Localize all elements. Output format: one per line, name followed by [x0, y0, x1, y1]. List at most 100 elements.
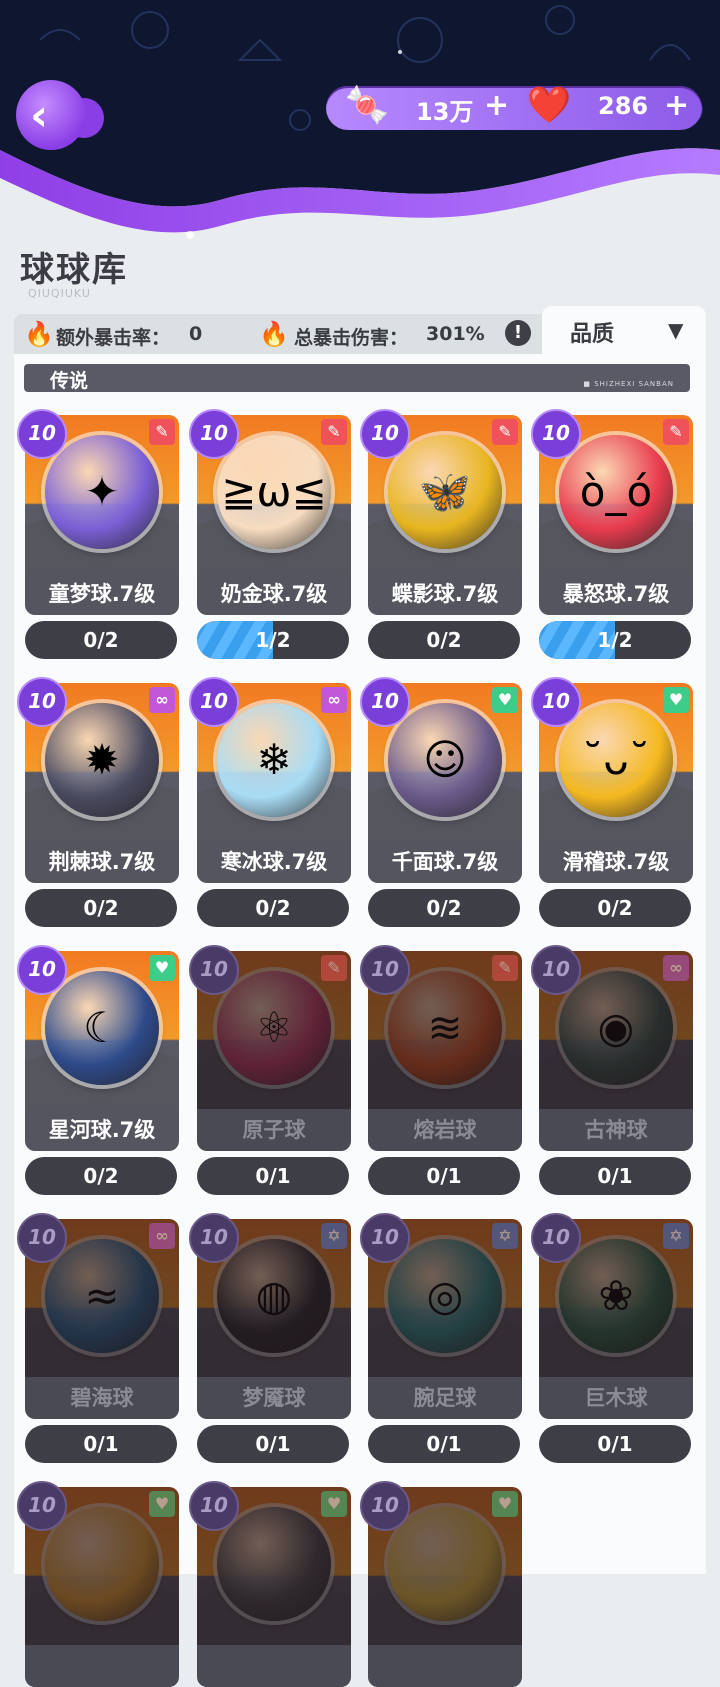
ball-image: ˘ᴗ˘ — [559, 703, 673, 817]
ball-hill — [368, 1314, 522, 1379]
progress-text: 0/1 — [255, 1164, 291, 1188]
ball-card[interactable]: 🦋 10 ✎ 蝶影球.7级 — [360, 409, 522, 615]
ball-card[interactable]: ≋ 10 ✎ 熔岩球 — [360, 945, 522, 1151]
level-badge: 10 — [189, 677, 239, 727]
ball-card[interactable]: 10 ♥ — [17, 1481, 179, 1687]
shard-progress-bar: 1/2 — [539, 621, 691, 659]
sword-type-icon: ✎ — [492, 955, 518, 981]
sword-type-icon: ✎ — [321, 955, 347, 981]
level-badge: 10 — [531, 409, 581, 459]
ball-card[interactable]: ≧ω≦ 10 ✎ 奶金球.7级 — [189, 409, 351, 615]
ball-face-icon: ◍ — [255, 1271, 293, 1320]
ball-name: 千面球.7级 — [368, 841, 522, 883]
ball-hill — [539, 1314, 693, 1379]
ball-face-icon: ☾ — [83, 1003, 121, 1052]
progress-text: 0/1 — [426, 1164, 462, 1188]
ball-name: 巨木球 — [539, 1377, 693, 1419]
ball-image: ⚛ — [217, 971, 331, 1085]
ball-name: 星河球.7级 — [25, 1109, 179, 1151]
progress-text: 1/2 — [597, 628, 633, 652]
info-icon[interactable]: ! — [505, 320, 531, 346]
heart-type-icon: ♥ — [663, 687, 689, 713]
ball-name: 寒冰球.7级 — [197, 841, 351, 883]
ball-card[interactable]: ≈10 ∞ 碧海球 — [17, 1213, 179, 1419]
add-candy-button[interactable]: + — [484, 88, 509, 123]
level-badge: 10 — [360, 1481, 410, 1531]
ball-card[interactable]: 10 ♥ — [189, 1481, 351, 1687]
ball-image — [388, 1507, 502, 1621]
heart-amount: 286 — [598, 92, 649, 120]
section-tag: ■ SHIZHEXI SANBAN — [583, 380, 674, 388]
level-badge: 10 — [531, 1213, 581, 1263]
star-type-icon: ✡ — [663, 1223, 689, 1249]
ball-face-icon: ≧ω≦ — [221, 467, 327, 516]
ball-card[interactable]: ◉ 10 ∞ 古神球 — [531, 945, 693, 1151]
shard-progress-bar: 0/1 — [368, 1425, 520, 1463]
progress-text: 0/2 — [255, 896, 291, 920]
level-badge: 10 — [360, 677, 410, 727]
progress-text: 0/2 — [426, 628, 462, 652]
progress-text: 0/1 — [255, 1432, 291, 1456]
level-badge: 10 — [189, 409, 239, 459]
back-button[interactable]: ‹ — [16, 80, 112, 156]
ball-image: ◍ — [217, 1239, 331, 1353]
ball-card[interactable]: ◍ 10 ✡ 梦魇球 — [189, 1213, 351, 1419]
ball-card[interactable]: ˘ᴗ˘ 10 ♥ 滑稽球.7级 — [531, 677, 693, 883]
ball-name: 古神球 — [539, 1109, 693, 1151]
ball-face-icon: ◎ — [426, 1271, 464, 1320]
sword-type-icon: ✎ — [321, 419, 347, 445]
ball-card[interactable]: ò_ó 10 ✎ 暴怒球.7级 — [531, 409, 693, 615]
shard-progress-bar: 0/1 — [197, 1425, 349, 1463]
back-arrow-icon: ‹ — [30, 90, 49, 141]
progress-text: 0/2 — [597, 896, 633, 920]
level-badge: 10 — [17, 1213, 67, 1263]
ball-face-icon: 🦋 — [418, 467, 472, 516]
heart-type-icon: ♥ — [149, 1491, 175, 1517]
shard-progress-bar: 0/2 — [368, 621, 520, 659]
ball-card[interactable]: ✦ 10 ✎ 童梦球.7级 — [17, 409, 179, 615]
ball-card[interactable]: ◎ 10 ✡ 腕足球 — [360, 1213, 522, 1419]
candy-icon: 🍬 — [344, 85, 390, 126]
ball-image: ❄ — [217, 703, 331, 817]
ball-face-icon: ≈ — [84, 1271, 120, 1320]
crit-damage-icon: 🔥 — [259, 320, 289, 348]
chain-type-icon: ∞ — [149, 687, 175, 713]
quality-filter-dropdown[interactable]: 品质 ▼ — [542, 306, 706, 356]
ball-name: 奶金球.7级 — [197, 573, 351, 615]
progress-text: 0/1 — [426, 1432, 462, 1456]
ball-card[interactable]: 10 ♥ — [360, 1481, 522, 1687]
level-badge: 10 — [189, 1213, 239, 1263]
level-badge: 10 — [531, 945, 581, 995]
shard-progress-bar: 0/2 — [368, 889, 520, 927]
ball-face-icon: ✹ — [84, 735, 120, 784]
progress-text: 0/2 — [83, 628, 119, 652]
level-badge: 10 — [17, 945, 67, 995]
chain-type-icon: ∞ — [149, 1223, 175, 1249]
progress-text: 0/1 — [597, 1164, 633, 1188]
ball-name: 暴怒球.7级 — [539, 573, 693, 615]
ball-hill — [197, 1314, 351, 1379]
ball-card[interactable]: ❄ 10 ∞ 寒冰球.7级 — [189, 677, 351, 883]
add-heart-button[interactable]: + — [664, 88, 689, 123]
ball-face-icon: ❄ — [256, 735, 292, 784]
heart-type-icon: ♥ — [492, 687, 518, 713]
ball-face-icon: ✦ — [84, 467, 120, 516]
progress-text: 1/2 — [255, 628, 291, 652]
header: ‹ 🍬 13万 + ❤️ 286 + — [0, 0, 720, 260]
ball-image — [45, 1507, 159, 1621]
ball-card[interactable]: ❀ 10 ✡ 巨木球 — [531, 1213, 693, 1419]
candy-amount: 13万 — [416, 98, 474, 126]
heart-gem-icon: ❤️ — [526, 85, 572, 126]
level-badge: 10 — [360, 1213, 410, 1263]
ball-card[interactable]: ✹ 10 ∞ 荆棘球.7级 — [17, 677, 179, 883]
ball-card[interactable]: ☾ 10 ♥ 星河球.7级 — [17, 945, 179, 1151]
shard-progress-bar: 0/2 — [539, 889, 691, 927]
ball-card[interactable]: ⚛ 10 ✎ 原子球 — [189, 945, 351, 1151]
level-badge: 10 — [189, 945, 239, 995]
ball-face-icon — [45, 1507, 159, 1621]
ball-name: 梦魇球 — [197, 1377, 351, 1419]
shard-progress-bar: 0/2 — [25, 889, 177, 927]
ball-image: 🦋 — [388, 435, 502, 549]
ball-card[interactable]: ☺ 10 ♥ 千面球.7级 — [360, 677, 522, 883]
ball-name: 童梦球.7级 — [25, 573, 179, 615]
